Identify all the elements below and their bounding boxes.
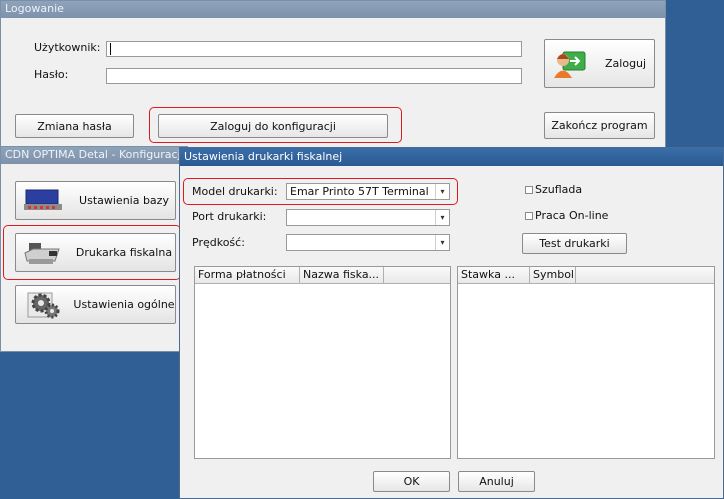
fiscal-printer-icon (21, 238, 65, 268)
nav-general-settings-label: Ustawienia ogólne (73, 298, 175, 311)
vat-grid[interactable]: Stawka ... Symbol (457, 266, 715, 459)
config-login-button[interactable]: Zaloguj do konfiguracji (158, 114, 388, 138)
test-printer-button[interactable]: Test drukarki (522, 233, 627, 254)
login-button-label: Zaloguj (605, 57, 647, 70)
change-password-button[interactable]: Zmiana hasła (15, 114, 134, 138)
login-window: Logowanie Użytkownik: Hasło: Zaloguj Zmi… (0, 0, 666, 148)
database-settings-icon (21, 186, 65, 216)
config-window: CDN OPTIMA Detal - Konfiguracja Ustawien… (0, 146, 188, 352)
nav-general-settings[interactable]: Ustawienia ogólne (15, 285, 176, 324)
ok-button[interactable]: OK (373, 471, 450, 492)
nav-fiscal-printer-label: Drukarka fiskalna (75, 246, 173, 259)
speed-label: Prędkość: (192, 236, 245, 249)
online-checkbox[interactable]: Praca On-line (525, 209, 608, 222)
payments-column-header[interactable]: Forma płatności (195, 267, 300, 284)
drawer-checkbox-label: Szuflada (535, 183, 583, 196)
speed-select[interactable]: ▾ (286, 234, 450, 251)
payments-column-header[interactable]: Nazwa fiska... (300, 267, 384, 284)
vat-column-header[interactable]: Stawka ... (458, 267, 530, 284)
login-window-title: Logowanie (1, 1, 665, 18)
password-label: Hasło: (34, 68, 69, 81)
user-input[interactable] (106, 41, 522, 57)
vat-column-header[interactable]: Symbol (530, 267, 576, 284)
chevron-down-icon[interactable]: ▾ (435, 235, 449, 250)
online-checkbox-label: Praca On-line (535, 209, 609, 222)
model-select[interactable]: Emar Printo 57T Terminal ▾ (286, 183, 450, 200)
exit-button[interactable]: Zakończ program (544, 112, 655, 139)
password-input[interactable] (106, 68, 522, 84)
port-label: Port drukarki: (192, 210, 267, 223)
model-label: Model drukarki: (192, 185, 278, 198)
nav-database-settings[interactable]: Ustawienia bazy (15, 181, 176, 220)
nav-database-settings-label: Ustawienia bazy (79, 194, 169, 207)
payments-grid[interactable]: Forma płatności Nazwa fiska... (194, 266, 451, 459)
user-label: Użytkownik: (34, 41, 101, 54)
chevron-down-icon[interactable]: ▾ (435, 210, 449, 225)
user-login-icon (553, 49, 587, 79)
drawer-checkbox-box[interactable] (525, 185, 533, 194)
chevron-down-icon[interactable]: ▾ (435, 184, 449, 199)
online-checkbox-box[interactable] (525, 211, 533, 220)
port-select[interactable]: ▾ (286, 209, 450, 226)
cancel-button[interactable]: Anuluj (458, 471, 535, 492)
printer-dialog-title: Ustawienia drukarki fiskalnej (180, 148, 723, 166)
nav-fiscal-printer[interactable]: Drukarka fiskalna (15, 233, 176, 272)
printer-settings-dialog: Ustawienia drukarki fiskalnej Model druk… (179, 147, 724, 499)
gears-icon (21, 290, 65, 320)
config-window-title: CDN OPTIMA Detal - Konfiguracja (1, 147, 187, 164)
drawer-checkbox[interactable]: Szuflada (525, 183, 582, 196)
model-select-value: Emar Printo 57T Terminal (290, 185, 429, 198)
login-button[interactable]: Zaloguj (544, 39, 655, 88)
